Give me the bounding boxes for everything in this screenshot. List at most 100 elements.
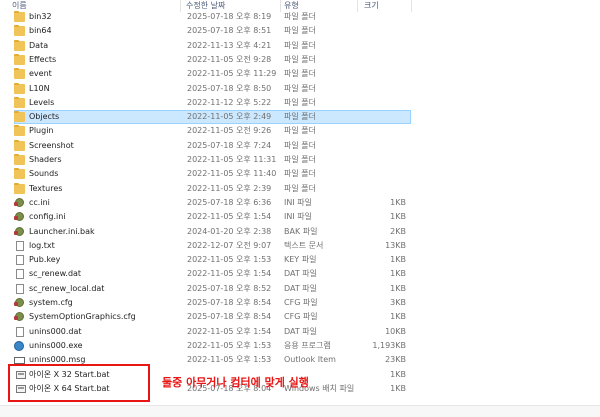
file-type: 파일 폴더	[284, 169, 316, 179]
file-size: 23KB	[385, 355, 406, 365]
file-date: 2022-11-05 오후 1:54	[187, 269, 272, 279]
file-size: 1KB	[390, 197, 406, 207]
file-row[interactable]: Objects 2022-11-05 오후 2:49 파일 폴더	[0, 110, 600, 125]
horizontal-scrollbar[interactable]	[0, 405, 600, 417]
file-type: CFG 파일	[284, 298, 318, 307]
file-row[interactable]: unins000.msg 2022-11-05 오후 1:53 Outlook It…	[0, 353, 600, 367]
file-name: Effects	[29, 54, 57, 64]
file-row[interactable]: Shaders 2022-11-05 오후 11:31 파일 폴더	[0, 153, 600, 167]
file-name: Plugin	[29, 126, 54, 136]
file-date: 2022-11-05 오후 2:49	[187, 112, 272, 122]
file-date: 2025-07-18 오후 8:52	[187, 283, 272, 293]
file-date: 2022-11-05 오전 9:26	[187, 126, 272, 136]
installer-icon	[14, 340, 24, 351]
file-name: 아이온 X 64 Start.bat	[29, 383, 110, 393]
file-size: 1KB	[390, 283, 406, 293]
file-date: 2025-07-18 오후 8:51	[187, 26, 272, 36]
file-row[interactable]: system.cfg 2025-07-18 오후 8:54 CFG 파일 3KB	[0, 296, 600, 310]
file-type: 파일 폴더	[284, 83, 316, 93]
file-row[interactable]: bin32 2025-07-18 오후 8:19 파일 폴더	[0, 10, 600, 24]
file-name: Screenshot	[29, 140, 74, 150]
file-row[interactable]: unins000.dat 2022-11-05 오후 1:54 DAT 파일 10KB	[0, 325, 600, 339]
file-row[interactable]: Data 2022-11-13 오후 4:21 파일 폴더	[0, 39, 600, 53]
file-date: 2025-07-18 오후 6:36	[187, 197, 272, 207]
file-size: 10KB	[385, 326, 406, 336]
folder-icon	[14, 53, 25, 65]
file-name: config.ini	[29, 212, 66, 222]
file-row[interactable]: Textures 2022-11-05 오후 2:39 파일 폴더	[0, 182, 600, 196]
file-type: DAT 파일	[284, 283, 318, 293]
file-row[interactable]: unins000.exe 2022-11-05 오후 1:53 응용 프로그램 1,1…	[0, 339, 600, 353]
folder-icon	[14, 96, 25, 108]
batch-file-icon	[16, 370, 26, 379]
file-size: 1KB	[390, 383, 406, 393]
file-row[interactable]: L10N 2025-07-18 오후 8:50 파일 폴더	[0, 82, 600, 96]
file-name: log.txt	[29, 240, 55, 250]
file-name: bin64	[29, 26, 52, 36]
folder-icon	[14, 111, 25, 123]
file-size: 1KB	[390, 312, 406, 322]
file-type: 파일 폴더	[284, 155, 316, 164]
file-date: 2022-11-05 오후 11:31	[187, 155, 277, 164]
file-size: 13KB	[385, 240, 406, 250]
file-name: event	[29, 69, 52, 79]
folder-icon	[14, 11, 25, 22]
file-row[interactable]: sc_renew.dat 2022-11-05 오후 1:54 DAT 파일 1KB	[0, 267, 600, 281]
file-row[interactable]: sc_renew_local.dat 2025-07-18 오후 8:52 DAT …	[0, 282, 600, 296]
file-date: 2022-12-07 오전 9:07	[187, 240, 272, 250]
file-type: INI 파일	[284, 212, 312, 222]
file-icon	[16, 255, 24, 266]
file-row[interactable]: cc.ini 2025-07-18 오후 6:36 INI 파일 1KB	[0, 196, 600, 210]
file-row[interactable]: bin64 2025-07-18 오후 8:51 파일 폴더	[0, 24, 600, 38]
file-size: 1KB	[390, 255, 406, 265]
file-row[interactable]: Plugin 2022-11-05 오전 9:26 파일 폴더	[0, 124, 600, 138]
file-name: Launcher.ini.bak	[29, 226, 95, 236]
file-type: 파일 폴더	[284, 12, 316, 21]
file-date: 2022-11-05 오후 11:29	[187, 69, 277, 79]
file-row[interactable]: config.ini 2022-11-05 오후 1:54 INI 파일 1KB	[0, 210, 600, 224]
file-name: unins000.exe	[29, 340, 83, 350]
file-date: 2022-11-05 오후 1:54	[187, 212, 272, 222]
file-row[interactable]: Pub.key 2022-11-05 오후 1:53 KEY 파일 1KB	[0, 253, 600, 267]
file-name: SystemOptionGraphics.cfg	[29, 312, 136, 322]
file-date: 2025-07-18 오후 8:54	[187, 312, 272, 322]
file-date: 2022-11-05 오후 1:53	[187, 340, 272, 350]
file-name: L10N	[29, 83, 50, 93]
file-type: KEY 파일	[284, 255, 317, 265]
mail-icon	[14, 357, 25, 365]
settings-file-icon	[14, 212, 24, 222]
folder-icon	[14, 25, 25, 37]
folder-icon	[14, 82, 25, 94]
file-type: 파일 폴더	[284, 97, 316, 107]
file-name: Data	[29, 40, 49, 50]
file-name: cc.ini	[29, 197, 50, 207]
file-type: INI 파일	[284, 197, 312, 207]
file-type: 파일 폴더	[284, 69, 316, 79]
file-row[interactable]: Launcher.ini.bak 2024-01-20 오후 2:38 BAK 파일…	[0, 225, 600, 239]
file-date: 2025-07-18 오후 7:24	[187, 140, 272, 150]
file-row[interactable]: event 2022-11-05 오후 11:29 파일 폴더	[0, 67, 600, 81]
file-type: 응용 프로그램	[284, 340, 331, 350]
file-row[interactable]: SystemOptionGraphics.cfg 2025-07-18 오후 8:…	[0, 310, 600, 324]
folder-icon	[14, 125, 25, 137]
file-row[interactable]: Screenshot 2025-07-18 오후 7:24 파일 폴더	[0, 139, 600, 153]
file-row[interactable]: Levels 2022-11-12 오후 5:22 파일 폴더	[0, 96, 600, 110]
folder-icon	[14, 182, 25, 194]
file-row[interactable]: Effects 2022-11-05 오전 9:28 파일 폴더	[0, 53, 600, 67]
file-name: Sounds	[29, 169, 59, 179]
file-date: 2025-07-18 오후 8:54	[187, 298, 272, 307]
file-row[interactable]: Sounds 2022-11-05 오후 11:40 파일 폴더	[0, 167, 600, 181]
file-name: unins000.msg	[29, 355, 86, 365]
folder-icon	[14, 39, 25, 51]
file-type: 텍스트 문서	[284, 240, 324, 250]
file-date: 2022-11-05 오후 11:40	[187, 169, 277, 179]
file-row[interactable]: log.txt 2022-12-07 오전 9:07 텍스트 문서 13KB	[0, 239, 600, 253]
file-name: sc_renew.dat	[29, 269, 82, 279]
file-date: 2022-11-05 오후 1:53	[187, 355, 272, 365]
file-type: 파일 폴더	[284, 140, 316, 150]
file-type: 파일 폴더	[284, 126, 316, 136]
file-date: 2022-11-05 오후 2:39	[187, 183, 272, 193]
file-icon	[16, 326, 24, 337]
file-name: bin32	[29, 12, 52, 21]
file-name: Textures	[29, 183, 63, 193]
